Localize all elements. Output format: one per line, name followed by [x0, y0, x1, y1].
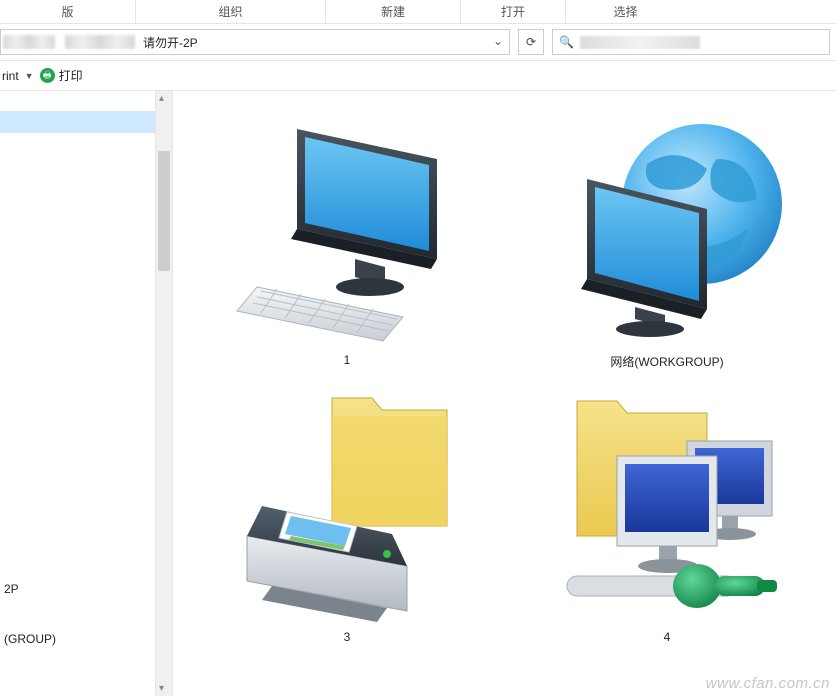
network-folder-icon [547, 386, 787, 626]
item-network-connections[interactable]: 4 [517, 386, 817, 654]
search-icon: 🔍 [559, 35, 574, 49]
toolbar-print-button[interactable]: 打印 [59, 67, 83, 84]
search-input[interactable]: 🔍 [552, 29, 830, 55]
nav-item-selected[interactable] [0, 111, 155, 133]
address-suffix: 请勿开-2P [143, 34, 198, 51]
main-split: 2P (GROUP) [0, 90, 836, 696]
ribbon-group-select: 选择 [565, 0, 685, 23]
ribbon-group-new: 新建 [325, 0, 460, 23]
nav-item-2p[interactable]: 2P [0, 578, 155, 600]
ribbon-group-open: 打开 [460, 0, 565, 23]
items-grid: 1 [197, 109, 826, 654]
command-bar: rint ▼ 🖶 打印 [0, 60, 836, 90]
search-placeholder-blur [580, 36, 700, 49]
item-label: 网络(WORKGROUP) [610, 349, 723, 380]
printer-folder-icon [227, 386, 467, 626]
nav-item[interactable] [0, 147, 155, 169]
ribbon-group-row: 版 组织 新建 打开 选择 [0, 0, 836, 24]
toolbar-print-fragment[interactable]: rint [2, 69, 19, 83]
ribbon-group-clipboard: 版 [0, 0, 135, 23]
nav-scroll-thumb[interactable] [158, 151, 170, 271]
nav-scrollbar[interactable] [155, 91, 172, 696]
refresh-icon: ⟳ [526, 35, 536, 49]
ribbon-group-organize: 组织 [135, 0, 325, 23]
address-segment-blur [65, 35, 135, 49]
item-printers-folder[interactable]: 3 [197, 386, 497, 654]
content-pane[interactable]: 1 [173, 91, 836, 696]
item-label: 3 [344, 626, 351, 654]
refresh-button[interactable]: ⟳ [518, 29, 544, 55]
chevron-down-icon[interactable]: ⌄ [493, 34, 503, 48]
item-computer[interactable]: 1 [197, 109, 497, 380]
nav-item-workgroup[interactable]: (GROUP) [0, 628, 155, 650]
computer-icon [227, 109, 467, 349]
print-icon[interactable]: 🖶 [40, 68, 55, 83]
dropdown-arrow-icon[interactable]: ▼ [23, 71, 36, 81]
address-bar[interactable]: 请勿开-2P ⌄ [0, 29, 510, 55]
navigation-pane: 2P (GROUP) [0, 91, 173, 696]
address-segment-blur [3, 35, 55, 49]
item-label: 4 [664, 626, 671, 654]
watermark-text: www.cfan.com.cn [706, 675, 830, 692]
network-globe-icon [547, 109, 787, 349]
item-label: 1 [344, 349, 351, 377]
item-network-workgroup[interactable]: 网络(WORKGROUP) [517, 109, 817, 380]
address-search-row: 请勿开-2P ⌄ ⟳ 🔍 [0, 24, 836, 60]
